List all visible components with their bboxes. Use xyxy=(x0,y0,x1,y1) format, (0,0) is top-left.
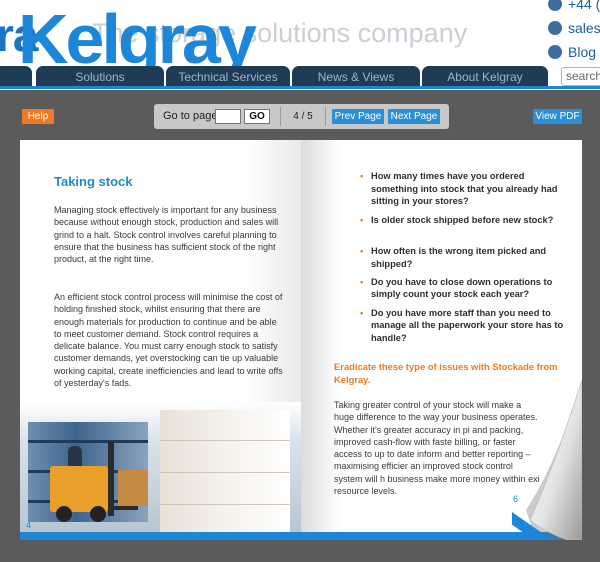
forklift-driver xyxy=(68,446,82,468)
view-pdf-button[interactable]: View PDF xyxy=(533,109,582,124)
question-item: • Do you have more staff than you need to… xyxy=(360,307,564,343)
search-input[interactable]: search xyxy=(561,67,600,86)
contact-email[interactable]: sales xyxy=(548,20,600,36)
bullet-icon: • xyxy=(360,214,364,225)
contact-phone[interactable]: +44 ( xyxy=(548,0,600,12)
right-body-paragraph: Taking greater control of your stock wil… xyxy=(334,400,540,497)
nav-item-home[interactable] xyxy=(0,66,32,86)
page-title: Taking stock xyxy=(54,174,133,189)
nav-item-about[interactable]: About Kelgray xyxy=(422,66,548,86)
prev-page-button[interactable]: Prev Page xyxy=(332,109,384,124)
forklift-icon xyxy=(50,466,108,512)
intro-paragraph: Managing stock effectively is important … xyxy=(54,205,279,265)
question-item: • Do you have to close down operations to… xyxy=(360,276,553,300)
bullet-icon: • xyxy=(360,171,364,181)
flipbook-viewer: Help Go to page: GO 4 / 5 Prev Page Next… xyxy=(0,90,600,562)
question-list: • How many times have you ordered somethi… xyxy=(353,170,571,345)
page-navigator: Go to page: GO 4 / 5 Prev Page Next Page xyxy=(154,104,449,129)
pallet-shape xyxy=(118,470,148,506)
goto-label: Go to page: xyxy=(163,110,221,122)
nav-item-technical-services[interactable]: Technical Services xyxy=(166,66,290,86)
left-page-footer-bar xyxy=(20,532,301,540)
contact-blog[interactable]: Blog xyxy=(548,44,596,60)
nav-divider xyxy=(0,86,600,89)
go-button[interactable]: GO xyxy=(244,109,270,124)
bullet-icon: • xyxy=(360,276,364,287)
page-curl-corner[interactable] xyxy=(512,380,582,540)
mail-icon xyxy=(548,21,562,35)
page-indicator: 4 / 5 xyxy=(280,107,326,126)
chat-icon xyxy=(548,45,562,59)
site-header: ra The storage solutions company Kelgray… xyxy=(0,0,600,90)
contact-phone-text: +44 ( xyxy=(568,0,600,12)
bullet-icon: • xyxy=(360,307,364,318)
nav-item-news-views[interactable]: News & Views xyxy=(292,66,420,86)
page-number-input[interactable] xyxy=(215,109,241,124)
phone-icon xyxy=(548,0,562,11)
next-page-button[interactable]: Next Page xyxy=(388,109,440,124)
question-item: • How often is the wrong item picked and … xyxy=(360,246,547,269)
help-button[interactable]: Help xyxy=(22,109,54,124)
kelgray-logo[interactable]: Kelgray xyxy=(18,4,257,74)
body-paragraph: An efficient stock control process will … xyxy=(54,292,283,389)
nav-item-solutions[interactable]: Solutions xyxy=(36,66,164,86)
bullet-icon: • xyxy=(360,246,364,257)
curl-page-number: 6 xyxy=(513,494,519,504)
main-nav: Solutions Technical Services News & View… xyxy=(0,66,600,86)
left-page-number: 4 xyxy=(26,520,32,530)
open-book: Taking stock Managing stock effectively … xyxy=(20,140,582,540)
question-item: • How many times have you ordered somethi… xyxy=(360,171,558,207)
stacked-boxes xyxy=(160,410,290,532)
question-item: • Is older stock shipped before new stock… xyxy=(360,214,554,225)
left-page[interactable]: Taking stock Managing stock effectively … xyxy=(20,140,301,540)
contact-blog-text: Blog xyxy=(568,44,597,60)
contact-email-text: sales xyxy=(568,20,600,36)
warehouse-forklift-image xyxy=(20,402,301,532)
